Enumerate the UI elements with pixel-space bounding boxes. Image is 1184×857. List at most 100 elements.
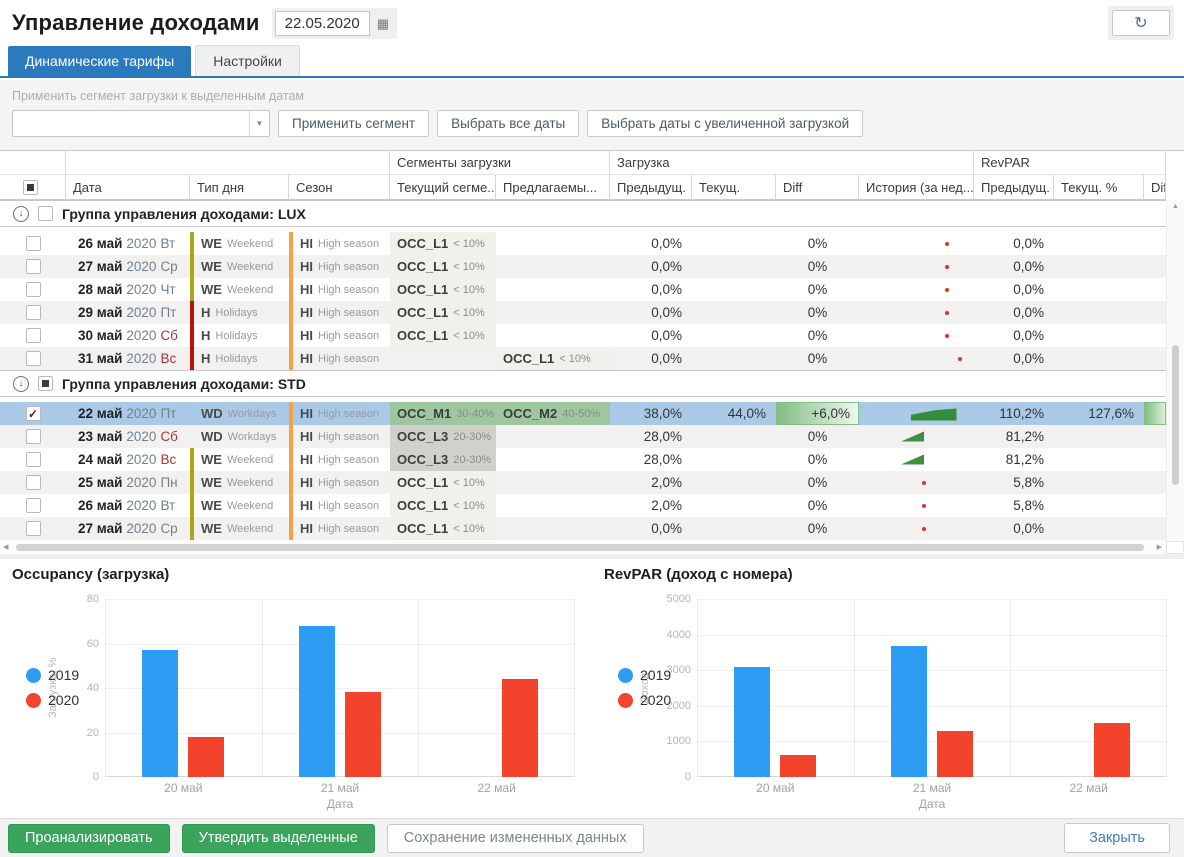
bar-2020 xyxy=(345,692,381,777)
history-sparkline-cell xyxy=(859,301,974,324)
row-checkbox-cell xyxy=(0,255,66,278)
chart-legend: 20192020 xyxy=(618,667,671,717)
proposed-segment-cell xyxy=(496,517,610,540)
save-changed-data-button[interactable]: Сохранение измененных данных xyxy=(387,824,644,853)
footer-bar: Проанализировать Утвердить выделенные Со… xyxy=(0,818,1184,857)
load-diff-highlight: +6,0% xyxy=(776,402,859,425)
table-row[interactable]: 27 май2020СрWEWeekendHIHigh seasonOCC_L1… xyxy=(0,255,1166,278)
table-row[interactable]: 26 май2020ВтWEWeekendHIHigh seasonOCC_L1… xyxy=(0,232,1166,255)
row-checkbox[interactable] xyxy=(26,429,41,444)
group-checkbox[interactable] xyxy=(38,206,53,221)
tab-dynamic-rates[interactable]: Динамические тарифы xyxy=(8,46,191,76)
filter-controls: ▼ Применить сегмент Выбрать все даты Выб… xyxy=(12,110,1172,137)
table-row[interactable]: 24 май2020ВсWEWeekendHIHigh seasonOCC_L3… xyxy=(0,448,1166,471)
apply-segment-button[interactable]: Применить сегмент xyxy=(278,110,429,137)
col-revpar-prev[interactable]: Предыдущ. xyxy=(974,175,1054,200)
day-type-color-bar xyxy=(190,425,194,448)
load-curr-cell xyxy=(692,494,776,517)
row-checkbox[interactable] xyxy=(26,475,41,490)
day-type-name: Weekend xyxy=(227,238,273,250)
date-weekday: Ср xyxy=(160,259,177,274)
occupancy-chart: Occupancy (загрузка)020406080Загрузка, %… xyxy=(0,559,592,818)
table-row[interactable]: 30 май2020СбHHolidaysHIHigh seasonOCC_L1… xyxy=(0,324,1166,347)
band-revpar: RevPAR xyxy=(974,151,1166,175)
calendar-icon[interactable]: ▦ xyxy=(377,17,389,30)
vertical-scrollbar[interactable]: ▲ ▼ xyxy=(1166,200,1184,554)
current-segment-cell: OCC_M130-40% xyxy=(390,402,496,425)
gridline xyxy=(105,599,106,777)
current-segment-cell-value: OCC_L1< 10% xyxy=(390,494,496,517)
tab-settings[interactable]: Настройки xyxy=(195,45,300,76)
col-history[interactable]: История (за нед... xyxy=(859,175,974,200)
season-name: High season xyxy=(318,353,379,365)
col-revpar-diff[interactable]: Diff xyxy=(1144,175,1166,200)
row-checkbox[interactable] xyxy=(26,236,41,251)
row-checkbox[interactable] xyxy=(26,452,41,467)
table-row[interactable]: 28 май2020ЧтWEWeekendHIHigh seasonOCC_L1… xyxy=(0,278,1166,301)
approve-selected-button[interactable]: Утвердить выделенные xyxy=(182,824,375,853)
group-row[interactable]: ↓Группа управления доходами: LUX xyxy=(0,200,1166,227)
chevron-down-icon[interactable]: ▼ xyxy=(249,111,269,136)
col-day-type[interactable]: Тип дня xyxy=(190,175,289,200)
col-proposed-segment[interactable]: Предлагаемы... xyxy=(496,175,610,200)
row-checkbox[interactable] xyxy=(26,351,41,366)
collapse-icon[interactable]: ↓ xyxy=(13,206,29,222)
row-checkbox[interactable] xyxy=(26,305,41,320)
row-checkbox[interactable] xyxy=(26,521,41,536)
history-sparkline-cell xyxy=(859,471,974,494)
col-revpar-curr[interactable]: Текущ. % xyxy=(1054,175,1144,200)
date-weekday: Чт xyxy=(160,282,175,297)
row-checkbox-cell xyxy=(0,494,66,517)
refresh-button[interactable]: ↻ xyxy=(1112,10,1170,36)
current-segment-cell-value: OCC_L320-30% xyxy=(390,448,496,471)
date-year: 2020 xyxy=(126,406,156,421)
table-row[interactable]: 26 май2020ВтWEWeekendHIHigh seasonOCC_L1… xyxy=(0,494,1166,517)
select-all-dates-button[interactable]: Выбрать все даты xyxy=(437,110,579,137)
current-segment-cell: OCC_L320-30% xyxy=(390,448,496,471)
table-row[interactable]: 27 май2020СрWEWeekendHIHigh seasonOCC_L1… xyxy=(0,517,1166,540)
analyze-button[interactable]: Проанализировать xyxy=(8,824,170,853)
select-increased-load-dates-button[interactable]: Выбрать даты с увеличенной загрузкой xyxy=(587,110,863,137)
group-row[interactable]: ↓ Группа управления доходами: STD xyxy=(0,370,1166,397)
scroll-right-icon[interactable]: ▶ xyxy=(1157,543,1162,551)
row-checkbox[interactable] xyxy=(26,498,41,513)
horizontal-scroll-thumb[interactable] xyxy=(16,544,1144,551)
season-cell: HIHigh season xyxy=(289,494,390,517)
col-season[interactable]: Сезон xyxy=(289,175,390,200)
col-load-curr[interactable]: Текущ. xyxy=(692,175,776,200)
table-row[interactable]: ✓22 май2020ПтWDWorkdaysHIHigh seasonOCC_… xyxy=(0,402,1166,425)
row-checkbox[interactable] xyxy=(26,259,41,274)
scroll-up-icon[interactable]: ▲ xyxy=(1167,203,1184,210)
collapse-icon[interactable]: ↓ xyxy=(13,376,29,392)
horizontal-scrollbar[interactable]: ◀ ▶ xyxy=(0,541,1166,554)
date-year: 2020 xyxy=(126,452,156,467)
row-checkbox[interactable]: ✓ xyxy=(26,406,41,421)
table-row[interactable]: 23 май2020СбWDWorkdaysHIHigh seasonOCC_L… xyxy=(0,425,1166,448)
day-type-color-bar xyxy=(190,448,194,471)
segment-select[interactable]: ▼ xyxy=(12,110,270,137)
date-cell: 24 май2020Вс xyxy=(66,448,190,471)
col-date[interactable]: Дата xyxy=(66,175,190,200)
season-color-bar xyxy=(289,494,293,517)
scroll-left-icon[interactable]: ◀ xyxy=(3,543,8,551)
date-cell: 31 май2020Вс xyxy=(66,347,190,370)
season-code: HI xyxy=(300,351,313,366)
select-all-checkbox[interactable] xyxy=(23,180,38,195)
row-checkbox[interactable] xyxy=(26,282,41,297)
col-load-prev[interactable]: Предыдущ. xyxy=(610,175,692,200)
close-button[interactable]: Закрыть xyxy=(1064,823,1170,853)
vertical-scroll-thumb[interactable] xyxy=(1172,345,1179,485)
date-picker[interactable]: 22.05.2020 ▦ xyxy=(272,8,397,39)
season-color-bar xyxy=(289,448,293,471)
table-row[interactable]: 29 май2020ПтHHolidaysHIHigh seasonOCC_L1… xyxy=(0,301,1166,324)
row-checkbox[interactable] xyxy=(26,328,41,343)
group-checkbox[interactable] xyxy=(38,376,53,391)
table-row[interactable]: 31 май2020ВсHHolidaysHIHigh seasonOCC_L1… xyxy=(0,347,1166,370)
group-label: Группа управления доходами: STD xyxy=(62,376,306,392)
day-type-name: Weekend xyxy=(227,454,273,466)
table-row[interactable]: 25 май2020ПнWEWeekendHIHigh seasonOCC_L1… xyxy=(0,471,1166,494)
col-load-diff[interactable]: Diff xyxy=(776,175,859,200)
current-segment-cell: OCC_L1< 10% xyxy=(390,494,496,517)
date-input[interactable]: 22.05.2020 xyxy=(275,11,370,36)
col-current-segment[interactable]: Текущий сегме... xyxy=(390,175,496,200)
